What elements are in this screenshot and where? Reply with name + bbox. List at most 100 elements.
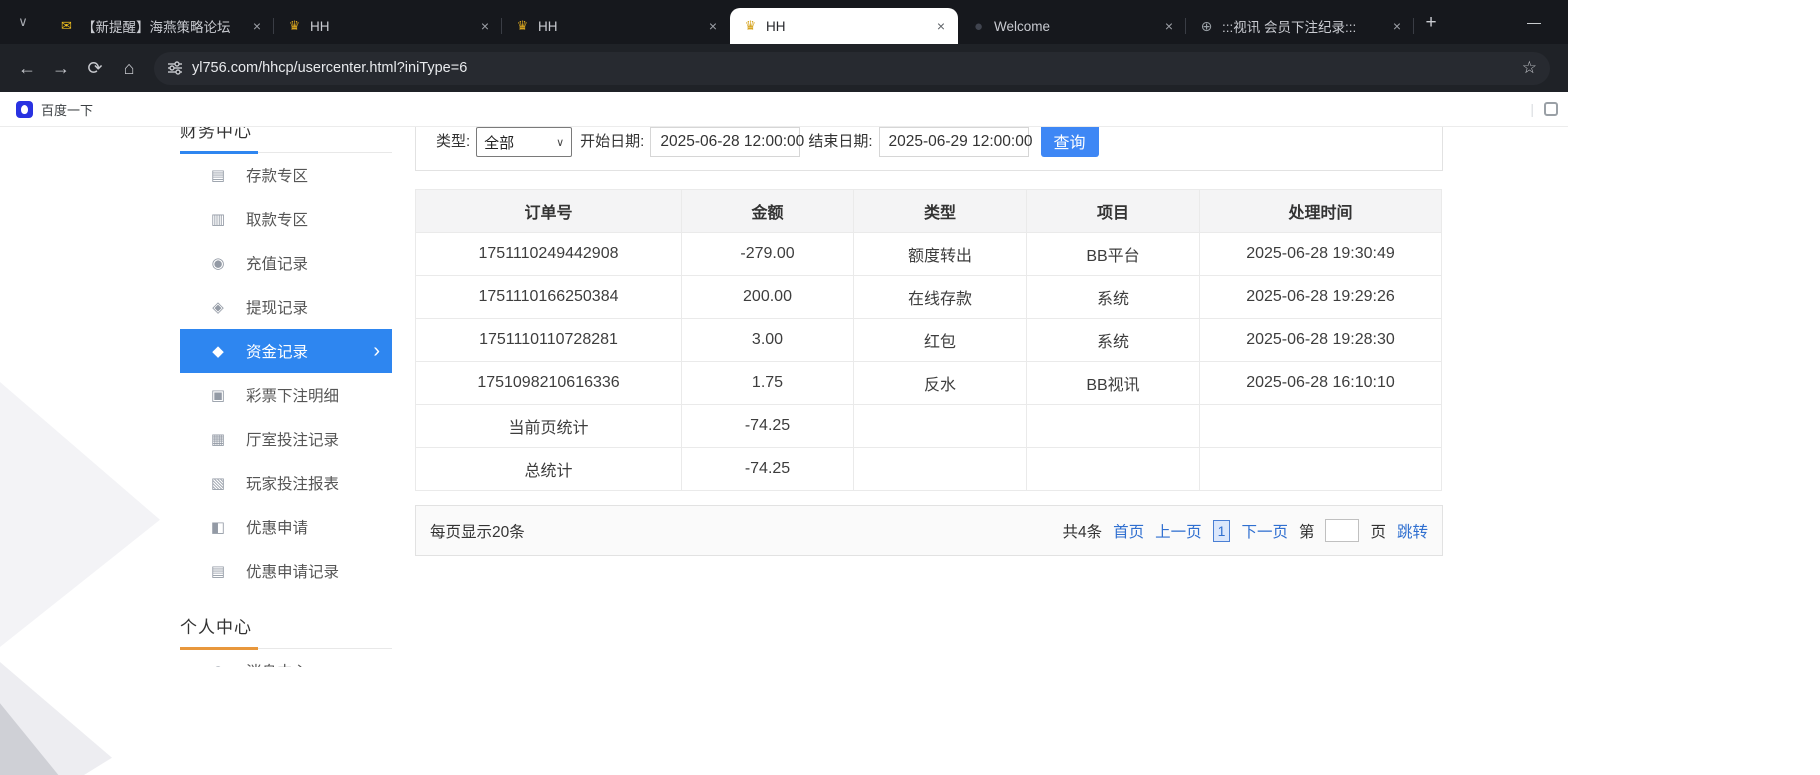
close-icon[interactable]: ×: [476, 17, 494, 35]
current-page-indicator[interactable]: 1: [1213, 520, 1231, 542]
next-page-link[interactable]: 下一页: [1241, 520, 1288, 542]
side-panel-icon[interactable]: [1544, 102, 1558, 116]
cell-time: 2025-06-28 19:29:26: [1200, 276, 1442, 319]
search-button[interactable]: 查询: [1041, 127, 1099, 157]
browser-toolbar: ← → ⟳ ⌂ yl756.com/hhcp/usercenter.html?i…: [0, 44, 1568, 92]
cell-amount: -74.25: [682, 448, 854, 491]
withdraw-icon: ▥: [208, 210, 228, 228]
hh-favicon-icon: ♛: [742, 18, 759, 35]
start-date-input[interactable]: 2025-06-28 12:00:00: [650, 127, 800, 157]
hall-bet-icon: ▦: [208, 430, 228, 448]
recharge-icon: ◉: [208, 254, 228, 272]
back-icon[interactable]: ←: [10, 51, 44, 85]
cell-order: 1751110110728281: [416, 319, 682, 362]
tab-title: HH: [766, 19, 925, 34]
promo-record-icon: ▤: [208, 562, 228, 580]
col-header-time: 处理时间: [1200, 190, 1442, 233]
address-bar[interactable]: yl756.com/hhcp/usercenter.html?iniType=6…: [154, 52, 1550, 85]
forward-icon[interactable]: →: [44, 51, 78, 85]
table-row: 1751110249442908 -279.00 额度转出 BB平台 2025-…: [416, 233, 1442, 276]
tab-title: HH: [310, 19, 469, 34]
decorative-triangle: [0, 382, 160, 647]
welcome-favicon-icon: ●: [970, 18, 987, 35]
sidebar-item-label: 优惠申请记录: [246, 560, 339, 582]
sidebar-item-label: 资金记录: [246, 340, 308, 362]
first-page-link[interactable]: 首页: [1113, 520, 1144, 542]
tab-welcome[interactable]: ● Welcome ×: [958, 8, 1186, 44]
prev-page-link[interactable]: 上一页: [1155, 520, 1202, 542]
hh-favicon-icon: ♛: [514, 18, 531, 35]
page-content: 财务中心 ▤ 存款专区 ▥ 取款专区 ◉ 充值记录 ◈ 提现记录 ◆ 资金记录: [0, 127, 1820, 775]
table-row-grand-total: 总统计 -74.25: [416, 448, 1442, 491]
pagination-bar: 每页显示20条 共4条 首页 上一页 1 下一页 第 页 跳转: [415, 505, 1443, 556]
sidebar-item-promo-apply[interactable]: ◧ 优惠申请: [180, 505, 392, 549]
col-header-project: 项目: [1027, 190, 1200, 233]
sidebar-item-deposit-zone[interactable]: ▤ 存款专区: [180, 153, 392, 197]
end-date-input[interactable]: 2025-06-29 12:00:00: [879, 127, 1029, 157]
sidebar-item-hall-bet-records[interactable]: ▦ 厅室投注记录: [180, 417, 392, 461]
cell-amount: 1.75: [682, 362, 854, 405]
table-header-row: 订单号 金额 类型 项目 处理时间: [416, 190, 1442, 233]
site-settings-icon[interactable]: [167, 60, 183, 76]
close-icon[interactable]: ×: [1160, 17, 1178, 35]
minimize-button[interactable]: —: [1512, 6, 1556, 38]
cell-order: 1751098210616336: [416, 362, 682, 405]
tab-video-records[interactable]: ⊕ :::视讯 会员下注纪录::: ×: [1186, 8, 1414, 44]
new-tab-button[interactable]: +: [1418, 10, 1444, 36]
type-select-value: 全部: [484, 132, 514, 153]
cell-amount: 200.00: [682, 276, 854, 319]
jump-link[interactable]: 跳转: [1397, 520, 1428, 542]
sidebar-item-withdraw-zone[interactable]: ▥ 取款专区: [180, 197, 392, 241]
tab-hh-active[interactable]: ♛ HH ×: [730, 8, 958, 44]
lottery-icon: ▣: [208, 386, 228, 404]
close-icon[interactable]: ×: [932, 17, 950, 35]
tab-forum[interactable]: ✉ 【新提醒】海燕策略论坛 ×: [46, 8, 274, 44]
cell-project: BB视讯: [1027, 362, 1200, 405]
close-icon[interactable]: ×: [248, 17, 266, 35]
sidebar-item-lottery-bet-detail[interactable]: ▣ 彩票下注明细: [180, 373, 392, 417]
sidebar-item-label: 取款专区: [246, 208, 308, 230]
sidebar-item-label: 玩家投注报表: [246, 472, 339, 494]
cell-label: 总统计: [416, 448, 682, 491]
cell-empty: [1200, 448, 1442, 491]
chevron-right-icon: ›: [373, 341, 380, 361]
cell-empty: [854, 405, 1027, 448]
sidebar-item-label: 提现记录: [246, 296, 308, 318]
tabs: ✉ 【新提醒】海燕策略论坛 × ♛ HH × ♛ HH × ♛ HH × ●: [46, 8, 1414, 44]
tab-hh-1[interactable]: ♛ HH ×: [274, 8, 502, 44]
sidebar-item-promo-apply-records[interactable]: ▤ 优惠申请记录: [180, 549, 392, 593]
bookmarks-bar-right: |: [1530, 101, 1558, 117]
cell-time: 2025-06-28 19:28:30: [1200, 319, 1442, 362]
sidebar-item-player-bet-report[interactable]: ▧ 玩家投注报表: [180, 461, 392, 505]
report-icon: ▧: [208, 474, 228, 492]
filter-bar: 类型: 全部 ∨ 开始日期: 2025-06-28 12:00:00 结束日期:…: [415, 127, 1443, 171]
sidebar-item-message-center[interactable]: ◉ 消息中心: [180, 649, 392, 667]
cell-empty: [854, 448, 1027, 491]
home-icon[interactable]: ⌂: [112, 51, 146, 85]
close-icon[interactable]: ×: [1388, 17, 1406, 35]
tab-search-icon[interactable]: ∨: [10, 9, 36, 35]
end-date-label: 结束日期:: [808, 130, 872, 151]
fund-records-table: 订单号 金额 类型 项目 处理时间 1751110249442908 -279.…: [415, 189, 1442, 491]
url-text[interactable]: yl756.com/hhcp/usercenter.html?iniType=6: [192, 60, 467, 76]
main-content: 类型: 全部 ∨ 开始日期: 2025-06-28 12:00:00 结束日期:…: [415, 127, 1443, 556]
sidebar-item-fund-records[interactable]: ◆ 资金记录 ›: [180, 329, 392, 373]
sidebar-item-withdrawal-records[interactable]: ◈ 提现记录: [180, 285, 392, 329]
bookmarks-divider: |: [1530, 101, 1534, 117]
cell-order: 1751110166250384: [416, 276, 682, 319]
tab-hh-2[interactable]: ♛ HH ×: [502, 8, 730, 44]
type-select[interactable]: 全部 ∨: [476, 127, 572, 157]
cell-amount: 3.00: [682, 319, 854, 362]
fund-icon: ◆: [208, 342, 228, 360]
close-icon[interactable]: ×: [704, 17, 722, 35]
bookmark-star-icon[interactable]: ☆: [1522, 58, 1537, 78]
bookmark-baidu[interactable]: 百度一下: [10, 100, 99, 119]
sidebar-item-label: 充值记录: [246, 252, 308, 274]
sidebar-item-recharge-records[interactable]: ◉ 充值记录: [180, 241, 392, 285]
tab-title: Welcome: [994, 19, 1153, 34]
page-jump-input[interactable]: [1325, 519, 1359, 542]
reload-icon[interactable]: ⟳: [78, 51, 112, 85]
cell-project: BB平台: [1027, 233, 1200, 276]
cell-type: 反水: [854, 362, 1027, 405]
col-header-amount: 金额: [682, 190, 854, 233]
